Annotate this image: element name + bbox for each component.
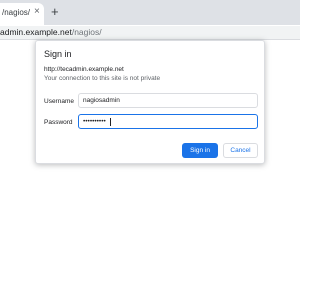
password-label: Password — [44, 119, 73, 126]
tab-strip: /nagios/ × + — [0, 0, 300, 25]
username-field[interactable] — [78, 93, 258, 108]
url-path: /nagios/ — [71, 27, 102, 37]
username-label: Username — [44, 98, 74, 105]
url-host: admin.example.net — [0, 27, 72, 37]
cancel-button[interactable]: Cancel — [223, 143, 258, 158]
dialog-origin: http://tecadmin.example.net — [44, 66, 124, 73]
tab-title: /nagios/ — [2, 8, 31, 17]
sign-in-button[interactable]: Sign in — [182, 143, 218, 158]
address-bar[interactable]: admin.example.net/nagios/ — [0, 26, 300, 39]
text-caret — [110, 118, 111, 126]
address-url: admin.example.net/nagios/ — [0, 27, 102, 37]
dialog-title: Sign in — [44, 49, 72, 59]
sign-in-dialog: Sign in http://tecadmin.example.net Your… — [35, 40, 265, 164]
password-field[interactable] — [78, 114, 258, 129]
tab-nagios[interactable]: /nagios/ × — [0, 3, 44, 25]
close-icon[interactable]: × — [34, 6, 40, 18]
browser-toolbar: admin.example.net/nagios/ — [0, 25, 300, 40]
new-tab-icon[interactable]: + — [51, 3, 59, 21]
dialog-warning: Your connection to this site is not priv… — [44, 75, 161, 82]
